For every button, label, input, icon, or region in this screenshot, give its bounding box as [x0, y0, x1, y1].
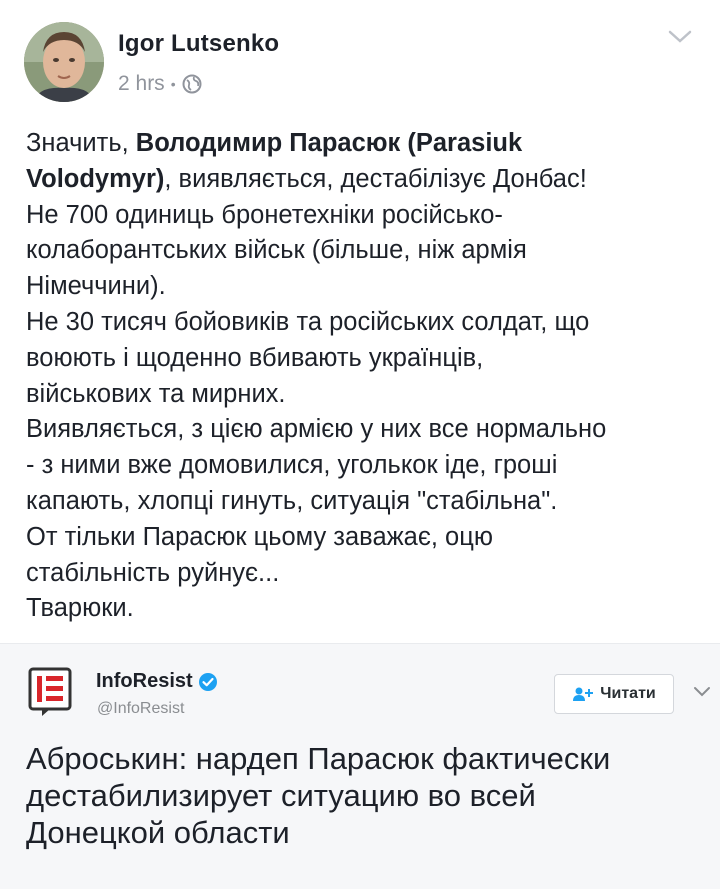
post-line: Тварюки.: [26, 594, 134, 623]
follow-button[interactable]: Читати: [554, 674, 674, 714]
author-name[interactable]: Igor Lutsenko: [118, 30, 279, 58]
tweet-line: Аброськин: нардеп Парасюк фактически: [26, 741, 611, 776]
post-line: воюють і щоденно вбивають українців,: [26, 343, 484, 372]
tagged-person[interactable]: Володимир Парасюк (Parasiuk: [136, 129, 522, 157]
tweet-line: дестабилизирует ситуацию во всей: [26, 778, 536, 813]
add-person-icon: [572, 686, 594, 702]
post-text-segment: , виявляється, дестабілізує Донбас!: [164, 164, 587, 193]
post-line: Німеччини).: [26, 272, 166, 301]
post-line: Volodymyr), виявляється, дестабілізує До…: [26, 162, 696, 198]
post-line: Не 30 тисяч бойовиків та російських солд…: [26, 307, 590, 336]
tweet-text: Аброськин: нардеп Парасюк фактически дес…: [26, 740, 706, 851]
post-line: військових та мирних.: [26, 379, 286, 408]
post-time[interactable]: 2 hrs: [118, 72, 165, 96]
chevron-down-icon[interactable]: [667, 28, 693, 46]
post-line: Не 700 одиниць бронетехніки російсько-: [26, 200, 503, 229]
embedded-tweet[interactable]: InfoResist @InfoResist Читати Аброськин:…: [0, 643, 720, 889]
avatar-photo: [24, 22, 104, 102]
author-avatar[interactable]: [24, 22, 104, 102]
inforesist-logo[interactable]: [28, 667, 72, 717]
post-text: Значить, Володимир Парасюк (Parasiuk Vol…: [26, 126, 696, 627]
post-line: Виявляється, з цією армією у них все нор…: [26, 415, 607, 444]
globe-icon: [182, 74, 202, 94]
post-meta: 2 hrs •: [118, 72, 202, 96]
post-header: Igor Lutsenko 2 hrs •: [0, 0, 720, 120]
tweet-line: Донецкой области: [26, 815, 290, 850]
chevron-down-icon[interactable]: [693, 685, 711, 699]
embed-account-name[interactable]: InfoResist: [96, 670, 218, 693]
post-line: стабільність руйнує...: [26, 558, 280, 587]
verified-check-icon: [198, 672, 218, 692]
embed-handle[interactable]: @InfoResist: [97, 700, 184, 718]
post-line: От тільки Парасюк цьому заважає, оцю: [26, 522, 493, 551]
post-line: - з ними вже домовилися, уголькок іде, г…: [26, 451, 558, 480]
follow-label: Читати: [600, 685, 656, 702]
tagged-person-cont[interactable]: Volodymyr): [26, 165, 164, 193]
post-text-segment: Значить,: [26, 129, 136, 157]
post-line: капають, хлопці гинуть, ситуація "стабіл…: [26, 486, 558, 515]
meta-separator: •: [170, 76, 176, 92]
account-name-text[interactable]: InfoResist: [96, 670, 193, 693]
post-line: Значить, Володимир Парасюк (Parasiuk: [26, 126, 696, 162]
post-line: колаборантських військ (більше, ніж армі…: [26, 236, 527, 265]
